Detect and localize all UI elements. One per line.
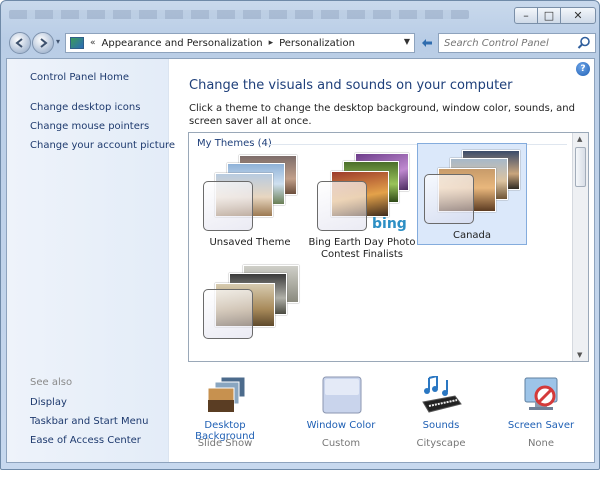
content-area: Control Panel Home Change desktop icons … bbox=[6, 58, 595, 463]
minimize-button[interactable]: – bbox=[514, 7, 538, 24]
sidebar-change-mouse-pointers[interactable]: Change mouse pointers bbox=[30, 121, 149, 132]
window-color-value: Custom bbox=[321, 438, 361, 449]
sounds-link[interactable]: Sounds bbox=[391, 420, 491, 431]
history-chevron-icon[interactable]: « bbox=[90, 38, 96, 48]
help-icon[interactable]: ? bbox=[576, 62, 590, 76]
scroll-down-icon[interactable]: ▼ bbox=[577, 351, 582, 359]
svg-text:bing: bing bbox=[372, 216, 407, 232]
window-color-link[interactable]: Window Color bbox=[291, 420, 391, 431]
sidebar-display[interactable]: Display bbox=[30, 397, 67, 408]
navigation-bar: ▾ « Appearance and Personalization ▸ Per… bbox=[1, 29, 599, 57]
themes-scrollbar[interactable]: ▲ ▼ bbox=[572, 133, 588, 361]
refresh-icon bbox=[422, 39, 432, 47]
theme-unsaved[interactable]: Unsaved Theme bbox=[195, 151, 305, 253]
sounds-item[interactable]: Sounds Cityscape bbox=[391, 372, 491, 462]
sidebar-ease-of-access[interactable]: Ease of Access Center bbox=[30, 435, 141, 446]
bing-logo-icon: bing bbox=[372, 216, 407, 232]
close-button[interactable]: ✕ bbox=[560, 7, 596, 24]
address-bar[interactable]: « Appearance and Personalization ▸ Perso… bbox=[65, 33, 415, 53]
desktop-background-value: Slide Show bbox=[197, 438, 253, 449]
breadcrumb-separator-icon[interactable]: ▸ bbox=[269, 38, 274, 48]
scroll-thumb[interactable] bbox=[575, 147, 586, 187]
page-description: Click a theme to change the desktop back… bbox=[189, 103, 575, 127]
breadcrumb-personalization[interactable]: Personalization bbox=[279, 38, 355, 49]
window-color-icon bbox=[322, 376, 362, 414]
theme-bing-earth-day[interactable]: bing Bing Earth Day Photo Contest Finali… bbox=[307, 151, 417, 261]
theme-glass-swatch bbox=[203, 289, 253, 339]
theme-glass-swatch bbox=[203, 181, 253, 231]
title-bar[interactable]: – □ ✕ bbox=[1, 1, 599, 29]
search-box[interactable] bbox=[438, 33, 596, 53]
screen-saver-icon bbox=[524, 377, 558, 410]
sounds-value: Cityscape bbox=[416, 438, 466, 449]
forward-button[interactable] bbox=[32, 32, 54, 54]
back-arrow-icon bbox=[15, 38, 23, 48]
sidebar-control-panel-home[interactable]: Control Panel Home bbox=[30, 72, 129, 83]
sidebar-taskbar-start-menu[interactable]: Taskbar and Start Menu bbox=[30, 416, 148, 427]
screen-saver-link[interactable]: Screen Saver bbox=[491, 420, 591, 431]
personalization-window: – □ ✕ ▾ « Appearance and Personalization… bbox=[0, 0, 600, 470]
screen-saver-value: None bbox=[527, 438, 555, 449]
control-panel-icon bbox=[70, 37, 84, 49]
sidebar-change-desktop-icons[interactable]: Change desktop icons bbox=[30, 102, 140, 113]
breadcrumb-appearance[interactable]: Appearance and Personalization bbox=[102, 38, 263, 49]
group-label-my-themes: My Themes (4) bbox=[197, 138, 272, 149]
forward-arrow-icon bbox=[40, 38, 48, 48]
desktop-background-icon bbox=[207, 376, 246, 413]
theme-label: Unsaved Theme bbox=[209, 237, 291, 248]
main-panel: ? Change the visuals and sounds on your … bbox=[169, 59, 594, 462]
blurred-title bbox=[9, 10, 469, 19]
page-title: Change the visuals and sounds on your co… bbox=[189, 78, 513, 93]
maximize-button[interactable]: □ bbox=[537, 7, 561, 24]
theme-canada[interactable]: Canada bbox=[417, 143, 527, 245]
search-icon[interactable] bbox=[577, 36, 591, 50]
see-also-heading: See also bbox=[30, 377, 73, 388]
sidebar: Control Panel Home Change desktop icons … bbox=[7, 59, 175, 462]
address-dropdown-icon[interactable]: ▼ bbox=[404, 37, 410, 46]
theme-glass-swatch bbox=[317, 181, 367, 231]
theme-label: Bing Earth Day Photo Contest Finalists bbox=[308, 237, 416, 260]
theme-dog[interactable] bbox=[195, 259, 305, 361]
scroll-up-icon[interactable]: ▲ bbox=[577, 135, 582, 143]
window-color-item[interactable]: Window Color Custom bbox=[291, 372, 391, 462]
theme-glass-swatch bbox=[424, 174, 474, 224]
sounds-icon bbox=[422, 376, 462, 413]
back-button[interactable] bbox=[9, 32, 31, 54]
screen-saver-item[interactable]: Screen Saver None bbox=[491, 372, 591, 462]
theme-label: Canada bbox=[452, 230, 492, 241]
themes-list[interactable]: My Themes (4) Unsaved Theme bing Bing Ea… bbox=[188, 132, 589, 362]
recent-pages-dropdown[interactable]: ▾ bbox=[56, 37, 60, 46]
desktop-background-item[interactable]: Desktop Background Slide Show bbox=[175, 372, 275, 462]
refresh-button[interactable] bbox=[418, 35, 436, 51]
search-input[interactable] bbox=[439, 34, 575, 52]
sidebar-change-account-picture[interactable]: Change your account picture bbox=[30, 140, 175, 151]
